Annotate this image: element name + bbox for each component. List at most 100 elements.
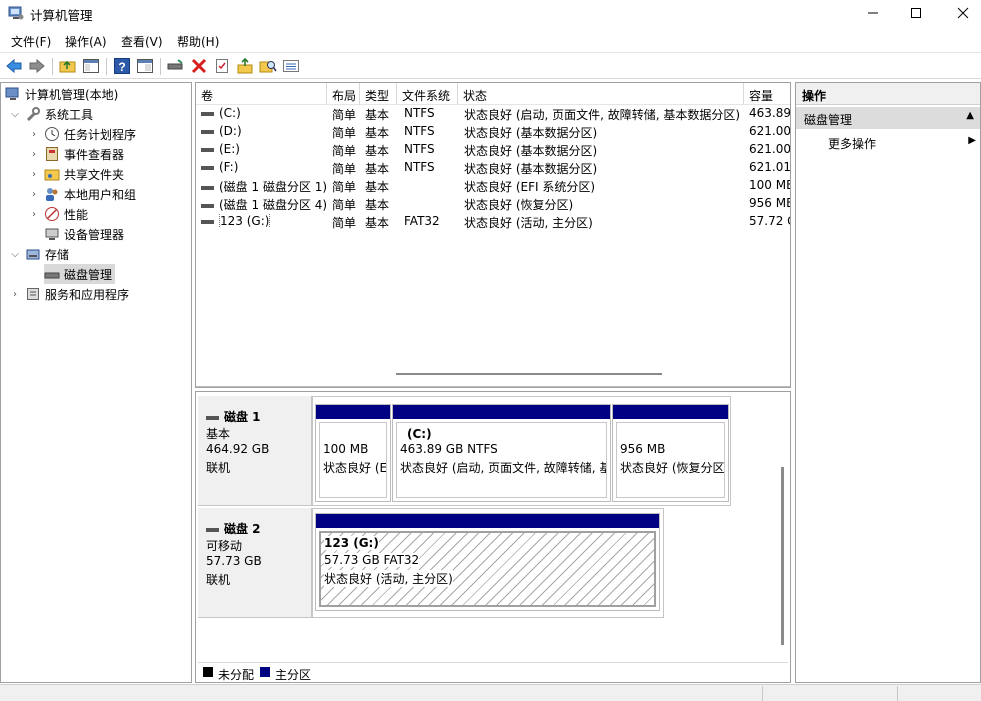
table-row[interactable]: (磁盘 1 磁盘分区 1) 简单 基本 状态良好 (EFI 系统分区) 100 ME (196, 177, 791, 195)
disk2-partition-g[interactable]: 123 (G:) 57.73 GB FAT32 状态良好 (活动, 主分区) (315, 513, 660, 611)
table-row[interactable]: (E:) 简单 基本 NTFS 状态良好 (基本数据分区) 621.00 (196, 141, 790, 159)
disk2-info[interactable]: 磁盘 2 可移动 57.73 GB 联机 (198, 508, 312, 618)
column-header-volume[interactable]: 卷 (196, 83, 327, 105)
tree-disk-management[interactable]: 磁盘管理 (44, 264, 116, 284)
disk1-status: 联机 (206, 461, 231, 475)
disk1-size: 464.92 GB (206, 442, 270, 456)
disk1-info[interactable]: 磁盘 1 基本 464.92 GB 联机 (198, 396, 312, 506)
disk-icon (44, 266, 60, 282)
partition-size: 463.89 GB NTFS (400, 442, 498, 456)
column-header-status[interactable]: 状态 (458, 83, 744, 105)
table-cell: 简单 (332, 162, 357, 176)
tree-services-apps[interactable]: › 服务和应用程序 (9, 284, 129, 304)
drive-icon (201, 203, 214, 208)
menu-action[interactable]: 操作(A) (65, 33, 107, 50)
pane-splitter[interactable] (196, 386, 790, 387)
vertical-scrollbar[interactable] (781, 467, 784, 645)
tree-task-scheduler[interactable]: › 任务计划程序 (28, 124, 136, 144)
shared-folder-icon (44, 166, 60, 182)
connect-disk-icon[interactable] (166, 57, 184, 75)
tools-icon (25, 106, 41, 122)
tree-system-tools[interactable]: ⌵ 系统工具 (9, 104, 93, 124)
tree-label: 存储 (45, 247, 70, 262)
drive-icon (201, 147, 214, 152)
window-title: 计算机管理 (30, 8, 93, 23)
drive-icon (201, 185, 214, 190)
search-folder-icon[interactable] (259, 57, 277, 75)
chevron-right-icon[interactable]: › (28, 129, 40, 140)
checklist-icon[interactable] (213, 57, 231, 75)
chevron-right-icon[interactable]: › (28, 149, 40, 160)
partition-status: 状态良好 (启动, 页面文件, 故障转储, 基 (400, 461, 607, 475)
disk2-partitions: 123 (G:) 57.73 GB FAT32 状态良好 (活动, 主分区) (312, 508, 664, 618)
table-cell: 100 ME (749, 178, 791, 192)
services-icon (25, 286, 41, 302)
disk-icon (206, 527, 219, 532)
navigation-tree: 计算机管理(本地) ⌵ 系统工具 › 任务计划程序 › 事件查看器 › 共享文件… (0, 82, 192, 683)
table-cell: 463.89 (749, 106, 791, 120)
tree-root[interactable]: 计算机管理(本地) (5, 84, 118, 104)
delete-icon[interactable] (190, 57, 208, 75)
menu-view[interactable]: 查看(V) (121, 33, 163, 50)
unallocated-swatch (203, 667, 213, 677)
minimize-button[interactable] (850, 0, 896, 26)
show-hide-tree-icon[interactable] (82, 57, 100, 75)
table-cell: 简单 (332, 216, 357, 230)
tree-label: 事件查看器 (64, 147, 125, 162)
close-button[interactable] (940, 0, 981, 26)
table-cell: 基本 (365, 198, 390, 212)
menu-help[interactable]: 帮助(H) (177, 33, 219, 50)
tree-performance[interactable]: › 性能 (28, 204, 88, 224)
computer-management-icon (8, 5, 24, 21)
column-header-type[interactable]: 类型 (360, 83, 397, 105)
actions-section-disk-management[interactable]: 磁盘管理 ▲ (796, 107, 980, 129)
disk1-partition-recovery[interactable]: 956 MB 状态良好 (恢复分区 (612, 404, 729, 502)
action-more-actions[interactable]: 更多操作 ▶ (796, 131, 980, 153)
forward-arrow-icon[interactable] (28, 57, 46, 75)
help-icon[interactable]: ? (113, 57, 131, 75)
table-cell: NTFS (404, 142, 435, 156)
table-row[interactable]: (F:) 简单 基本 NTFS 状态良好 (基本数据分区) 621.01 (196, 159, 790, 177)
clock-icon (44, 126, 60, 142)
table-cell: 基本 (365, 108, 390, 122)
column-header-filesystem[interactable]: 文件系统 (397, 83, 458, 105)
chevron-right-icon[interactable]: › (28, 189, 40, 200)
table-cell: 状态良好 (EFI 系统分区) (464, 180, 596, 194)
tree-shared-folders[interactable]: › 共享文件夹 (28, 164, 124, 184)
column-header-layout[interactable]: 布局 (327, 83, 360, 105)
chevron-right-icon[interactable]: › (9, 289, 21, 300)
chevron-right-icon[interactable]: › (28, 209, 40, 220)
table-cell: 简单 (332, 108, 357, 122)
menu-file[interactable]: 文件(F) (11, 33, 51, 50)
import-folder-icon[interactable] (236, 57, 254, 75)
table-row[interactable]: 123 (G:) 简单基本 FAT32 状态良好 (活动, 主分区) 57.72 G (196, 213, 790, 231)
table-cell: NTFS (404, 160, 435, 174)
maximize-button[interactable] (893, 0, 939, 26)
chevron-right-icon[interactable]: › (28, 169, 40, 180)
properties-pane-icon[interactable] (136, 57, 154, 75)
tree-label: 设备管理器 (64, 227, 125, 242)
chevron-down-icon[interactable]: ⌵ (9, 109, 21, 120)
table-row[interactable]: (C:) 简单 基本 NTFS 状态良好 (启动, 页面文件, 故障转储, 基本数据分区… (196, 105, 791, 123)
disk1-partition-efi[interactable]: 100 MB 状态良好 (E (315, 404, 391, 502)
up-folder-icon[interactable] (59, 57, 77, 75)
table-row[interactable]: (D:) 简单 基本 NTFS 状态良好 (基本数据分区) 621.00 (196, 123, 790, 141)
back-arrow-icon[interactable] (5, 57, 23, 75)
disk2-title: 磁盘 2 (206, 520, 261, 537)
tree-device-manager[interactable]: 设备管理器 (44, 224, 124, 244)
horizontal-scrollbar[interactable] (396, 373, 662, 375)
volume-name-cell: (E:) (201, 142, 240, 156)
tree-local-users[interactable]: › 本地用户和组 (28, 184, 136, 204)
details-list-icon[interactable] (282, 57, 300, 75)
partition-status: 状态良好 (活动, 主分区) (324, 570, 453, 587)
column-header-capacity[interactable]: 容量 (744, 83, 790, 105)
disk1-partition-c[interactable]: (C:) 463.89 GB NTFS 状态良好 (启动, 页面文件, 故障转储… (392, 404, 611, 502)
collapse-up-icon[interactable]: ▲ (966, 110, 974, 121)
tree-event-viewer[interactable]: › 事件查看器 (28, 144, 124, 164)
chevron-down-icon[interactable]: ⌵ (9, 249, 21, 260)
table-row[interactable]: (磁盘 1 磁盘分区 4) 简单 基本 状态良好 (恢复分区) 956 ME (196, 195, 790, 213)
table-cell: 基本 (365, 162, 390, 176)
table-cell: FAT32 (404, 214, 440, 228)
tree-storage[interactable]: ⌵ 存储 (9, 244, 69, 264)
table-cell: 基本 (365, 216, 390, 230)
